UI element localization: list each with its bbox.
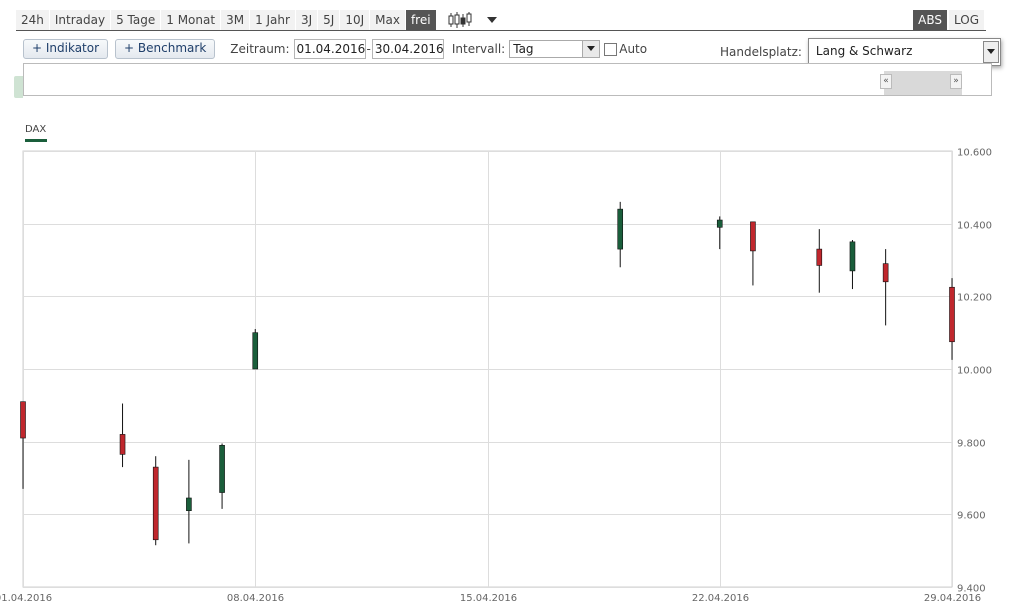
candle-body bbox=[186, 497, 192, 512]
candle-body bbox=[119, 434, 126, 455]
x-tick-label: 29.04.2016 bbox=[924, 593, 981, 604]
candle-body bbox=[219, 444, 225, 493]
candle-body bbox=[716, 219, 723, 228]
y-tick-label: 9.600 bbox=[957, 511, 986, 522]
candle-body bbox=[750, 221, 756, 252]
candle-body bbox=[252, 332, 259, 370]
candle-body bbox=[152, 466, 159, 541]
y-tick-label: 10.200 bbox=[957, 293, 992, 304]
candle-body bbox=[816, 248, 823, 266]
candle-body bbox=[949, 286, 955, 343]
x-tick-label: 08.04.2016 bbox=[227, 593, 284, 604]
x-tick-label: 22.04.2016 bbox=[692, 593, 749, 604]
y-tick-label: 10.600 bbox=[957, 148, 992, 159]
candle-body bbox=[882, 263, 889, 283]
y-tick-label: 9.800 bbox=[957, 439, 986, 450]
x-tick-label: 01.04.2016 bbox=[0, 593, 52, 604]
y-tick-label: 10.000 bbox=[957, 366, 992, 377]
candle-body bbox=[849, 241, 856, 272]
candle-body bbox=[617, 208, 624, 250]
y-tick-label: 10.400 bbox=[957, 221, 992, 232]
candle-body bbox=[20, 401, 26, 439]
candlestick-chart: 9.4009.6009.80010.00010.20010.40010.6000… bbox=[0, 148, 992, 605]
x-tick-label: 15.04.2016 bbox=[460, 593, 517, 604]
